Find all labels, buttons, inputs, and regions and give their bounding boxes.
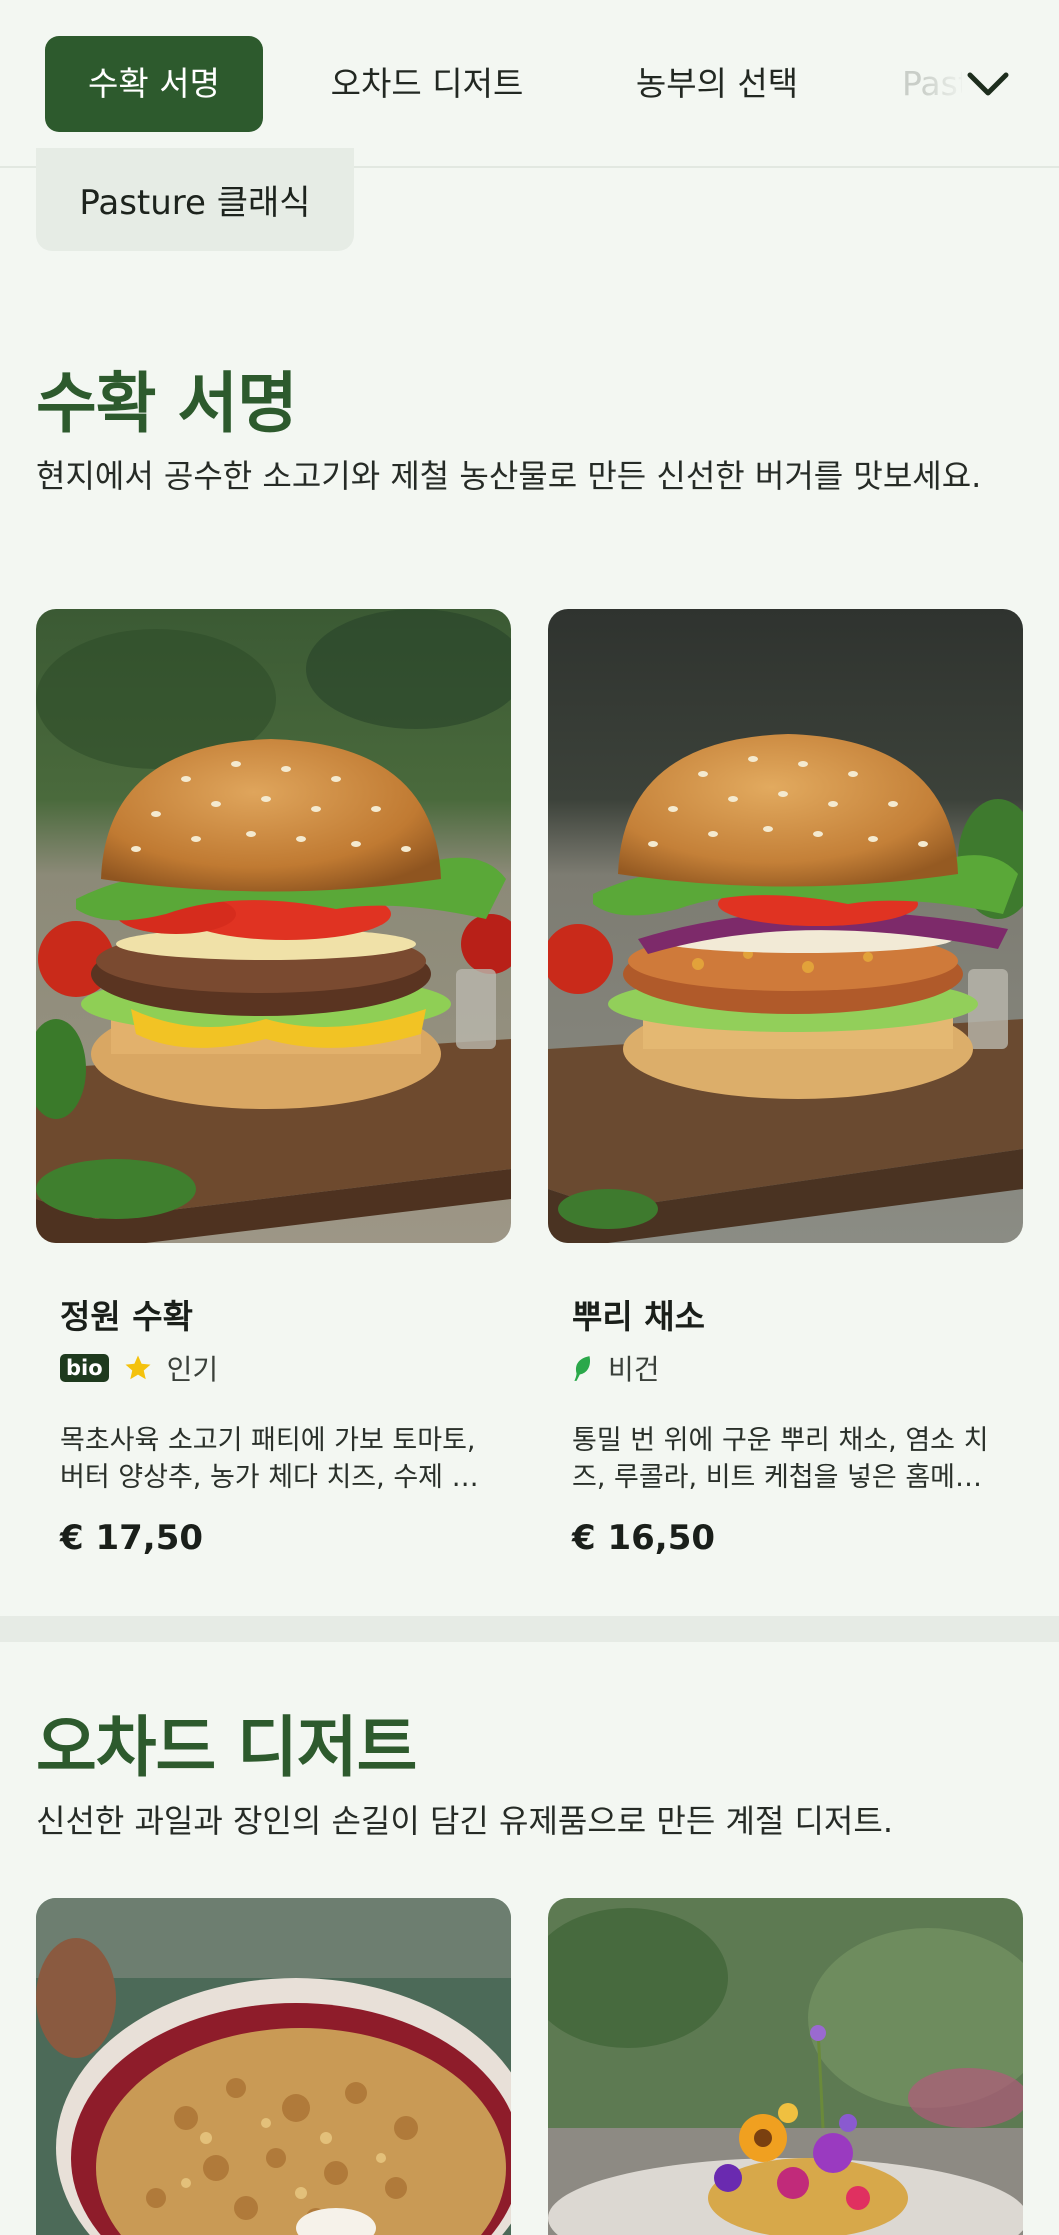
section-title: 수확 서명 bbox=[36, 365, 298, 442]
menu-item-name: 정원 수확 bbox=[60, 1297, 193, 1336]
section-divider bbox=[0, 1616, 1059, 1642]
menu-item-price: € 16,50 bbox=[572, 1518, 716, 1558]
veggie-burger-image bbox=[548, 609, 1023, 1243]
menu-item-price: € 17,50 bbox=[60, 1518, 204, 1558]
menu-item-card[interactable]: 뿌리 채소 비건 통밀 번 위에 구운 뿌리 채소, 염소 치즈, 루콜라, 비… bbox=[548, 1290, 1023, 1590]
section-description: 신선한 과일과 장인의 손길이 담긴 유제품으로 만든 계절 디저트. bbox=[36, 1802, 893, 1840]
tab-orchard-dessert[interactable]: 오차드 디저트 bbox=[318, 36, 536, 132]
flower-dessert-image bbox=[548, 1898, 1023, 2235]
section-description: 현지에서 공수한 소고기와 제철 농산물로 만든 신선한 버거를 맛보세요. bbox=[36, 457, 982, 495]
menu-item-image[interactable] bbox=[548, 1898, 1023, 2235]
menu-item-image[interactable] bbox=[36, 609, 511, 1243]
menu-item-card[interactable]: 정원 수확 bio 인기 목초사육 소고기 패티에 가보 토마토, 버터 양상추… bbox=[36, 1290, 511, 1590]
menu-item-tags: 비건 bbox=[572, 1348, 660, 1388]
star-icon bbox=[125, 1355, 151, 1380]
menu-item-description: 통밀 번 위에 구운 뿌리 채소, 염소 치즈, 루콜라, 비트 케첩을 넣은 … bbox=[572, 1425, 989, 1493]
category-tab-bar: 수확 서명 오차드 디저트 농부의 선택 Pasture 클래식 bbox=[0, 0, 1059, 168]
popular-tag-label: 인기 bbox=[166, 1353, 219, 1386]
tab-farmers-choice[interactable]: 농부의 선택 bbox=[622, 36, 812, 132]
menu-item-image[interactable] bbox=[36, 1898, 511, 2235]
category-chip-pasture-classic[interactable]: Pasture 클래식 bbox=[36, 148, 354, 251]
vegan-tag-label: 비건 bbox=[608, 1353, 660, 1386]
expand-tabs-button[interactable] bbox=[962, 60, 1014, 108]
menu-item-description: 목초사육 소고기 패티에 가보 토마토, 버터 양상추, 농가 체다 치즈, 수… bbox=[60, 1425, 477, 1493]
menu-item-tags: bio 인기 bbox=[60, 1348, 218, 1388]
beef-burger-image bbox=[36, 609, 511, 1243]
section-title: 오차드 디저트 bbox=[36, 1709, 417, 1786]
menu-item-name: 뿌리 채소 bbox=[572, 1297, 705, 1336]
leaf-icon bbox=[574, 1356, 591, 1381]
bio-badge: bio bbox=[60, 1354, 109, 1382]
chevron-down-icon bbox=[967, 72, 1009, 96]
tab-harvest-signature[interactable]: 수확 서명 bbox=[45, 36, 263, 132]
menu-item-image[interactable] bbox=[548, 609, 1023, 1243]
fruit-crumble-image bbox=[36, 1898, 511, 2235]
